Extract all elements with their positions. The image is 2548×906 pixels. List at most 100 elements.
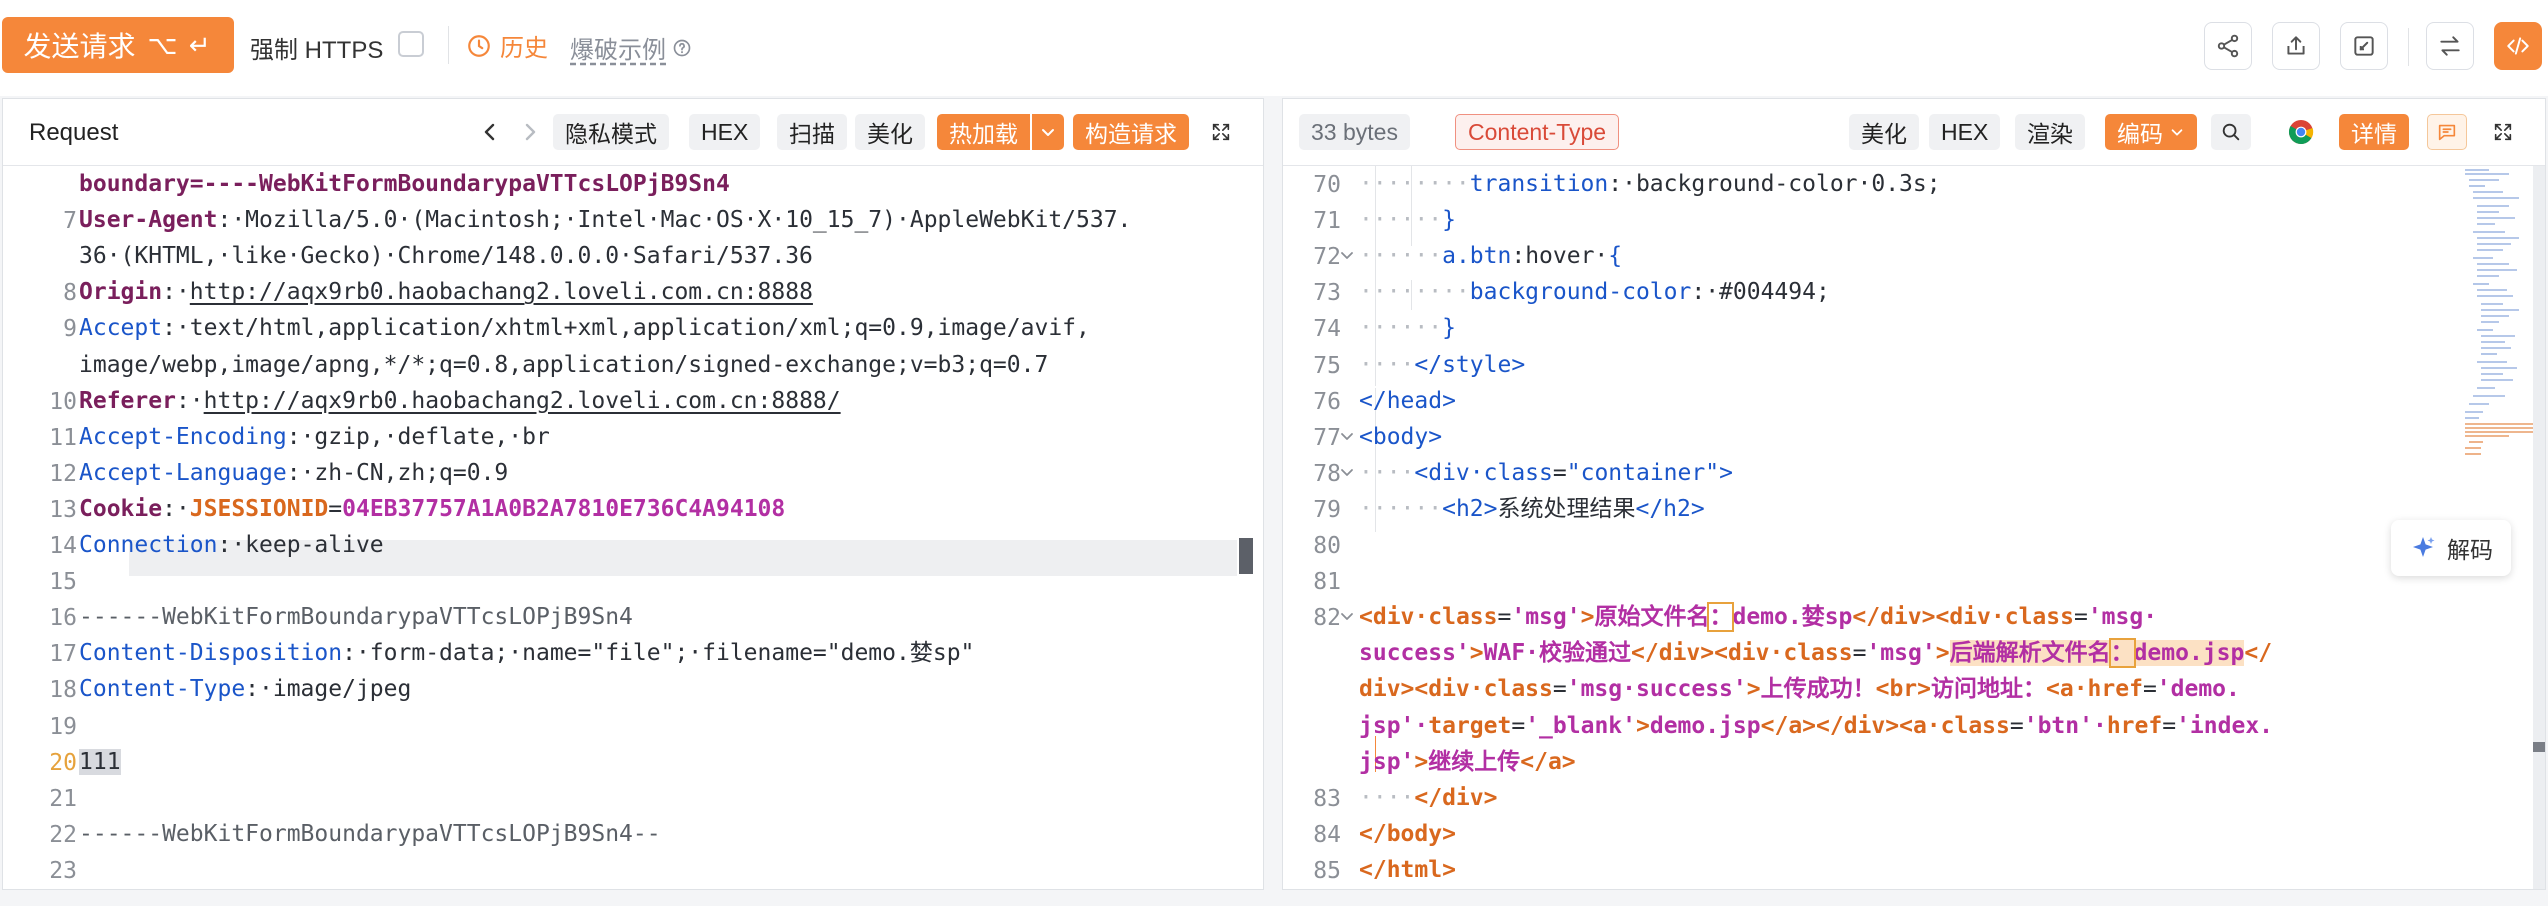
render-button[interactable]: 渲染 [2015,114,2085,150]
code-token: 111 [79,748,121,775]
hex-button[interactable]: HEX [1929,114,2001,150]
hot-reload-button[interactable]: 热加载 [937,114,1030,150]
code-token: Accept [79,315,163,342]
response-scroll-thumb[interactable] [2533,742,2545,752]
share-button[interactable] [2204,22,2252,70]
response-editor[interactable]: 解码 70 ········transition:·background-colo… [1283,166,2545,889]
code-token: = [2142,676,2157,703]
line-number: 71 [1313,208,1341,235]
code-token: 'msg·success' [1566,676,1747,703]
content-type-badge[interactable]: Content-Type [1455,114,1620,150]
code-token: http://aqx9rb0.haobachang2.loveli.com.cn… [189,279,813,306]
fold-chevron-icon[interactable] [1339,609,1355,625]
code-line: ------WebKitFormBoundarypaVTTcsLOPjB9Sn4 [79,599,633,635]
code-token: ------WebKitFormBoundarypaVTTcsLOPjB9Sn4… [79,820,661,847]
code-token: = [2009,712,2024,739]
code-line: ····</style> [1359,347,1525,383]
code-line: ------WebKitFormBoundarypaVTTcsLOPjB9Sn4… [79,816,661,852]
edit-button[interactable] [2340,22,2388,70]
line-number: 16 [49,605,77,632]
chevron-left-icon [484,123,495,141]
code-line: Cookie:·JSESSIONID=04EB37757A1A0B2A7810E… [79,491,785,527]
code-token: <a·href [2046,676,2143,703]
encoding-dropdown[interactable]: 编码 [2105,114,2197,150]
code-line: ········transition:·background-color·0.3… [1359,166,1941,202]
history-button[interactable]: 历史 [466,28,548,63]
line-number: 13 [49,496,77,523]
search-button[interactable] [2211,114,2251,150]
code-token: </div><div·class [1852,604,2074,631]
top-toolbar: 发送请求 ⌥ ↵ 强制 HTTPS 历史 爆破示例 [0,0,2548,96]
code-token: = [1552,459,1567,486]
line-number: 74 [1313,316,1341,343]
code-token: ······ [1359,207,1443,234]
code-token: :hover· [1511,243,1609,270]
expand-request-button[interactable] [1203,114,1239,150]
request-title: Request [29,119,119,146]
swap-button[interactable] [2426,22,2474,70]
code-icon [2507,37,2529,55]
request-scroll-thumb[interactable] [1239,538,1253,574]
line-number: 18 [49,677,77,704]
request-panel: Request 隐私模式 HEX 扫描 美化 热加载 构造请求 boundary… [2,98,1264,890]
code-token: > [1580,604,1595,631]
line-number: 14 [49,533,77,559]
fold-chevron-icon[interactable] [1339,248,1355,264]
code-token: ······ [1359,243,1443,270]
fold-chevron-icon[interactable] [1339,465,1355,481]
code-token: </head> [1359,387,1456,414]
chrome-icon [2288,120,2314,145]
code-token: </style> [1414,351,1526,378]
response-header: 33 bytes Content-Type 美化 HEX 渲染 编码 详情 [1283,99,2545,166]
response-scrollbar[interactable] [2533,166,2545,889]
code-token: = [1552,676,1567,703]
code-token: :·zh-CN,zh;q=0.9 [286,459,509,486]
expand-response-button[interactable] [2485,114,2521,150]
scan-button[interactable]: 扫描 [777,114,847,150]
decode-popup-button[interactable]: 解码 [2391,520,2511,576]
open-in-chrome-button[interactable] [2285,114,2317,150]
code-token: boundary=----WebKitFormBoundarypaVTTcsLO… [79,171,730,197]
code-token: = [1852,640,1867,667]
fold-chevron-icon[interactable] [1339,429,1355,445]
code-token: demo.jsp [2133,640,2245,667]
code-token: 'msg· [2087,604,2158,631]
next-button[interactable] [515,114,545,150]
code-token: > [1935,640,1950,667]
code-token: ···· [1359,459,1415,486]
code-token: = [2162,712,2177,739]
code-token: demo.婪sp [1732,604,1853,631]
export-button[interactable] [2272,22,2320,70]
line-number: 15 [49,569,77,596]
code-token: transition [1469,171,1609,197]
line-number: 12 [49,460,77,487]
code-token: jsp' [1359,748,1415,775]
line-number: 82 [1313,605,1341,632]
blast-example-link[interactable]: 爆破示例 [570,30,692,65]
code-token: class [1483,459,1553,486]
code-token: ···· [1359,784,1415,811]
send-request-button[interactable]: 发送请求 ⌥ ↵ [2,17,234,73]
code-token: 原始文件名 [1594,604,1710,631]
build-request-button[interactable]: 构造请求 [1073,114,1189,150]
force-https-checkbox[interactable] [398,31,424,57]
code-line: boundary=----WebKitFormBoundarypaVTTcsLO… [79,166,730,202]
code-token: ： [2108,638,2136,669]
privacy-mode-button[interactable]: 隐私模式 [553,114,669,150]
request-editor[interactable]: boundary=----WebKitFormBoundarypaVTTcsLO… [3,166,1263,889]
code-token: image/webp,image/apng,*/*;q=0.8,applicat… [79,351,1049,378]
hex-button[interactable]: HEX [689,114,761,150]
prev-button[interactable] [475,114,505,150]
line-number: 10 [49,388,77,415]
request-scrollbar[interactable] [1239,166,1253,889]
toolbar-divider [448,26,449,64]
code-token: 系统处理结果 [1497,495,1636,522]
beautify-button[interactable]: 美化 [1849,114,1919,150]
beautify-button[interactable]: 美化 [855,114,925,150]
code-view-button[interactable] [2494,22,2542,70]
details-button[interactable]: 详情 [2339,114,2409,150]
code-token: :· [162,279,190,306]
code-token: { [1608,243,1623,270]
hot-reload-dropdown[interactable] [1031,114,1064,150]
comment-button[interactable] [2427,114,2467,150]
